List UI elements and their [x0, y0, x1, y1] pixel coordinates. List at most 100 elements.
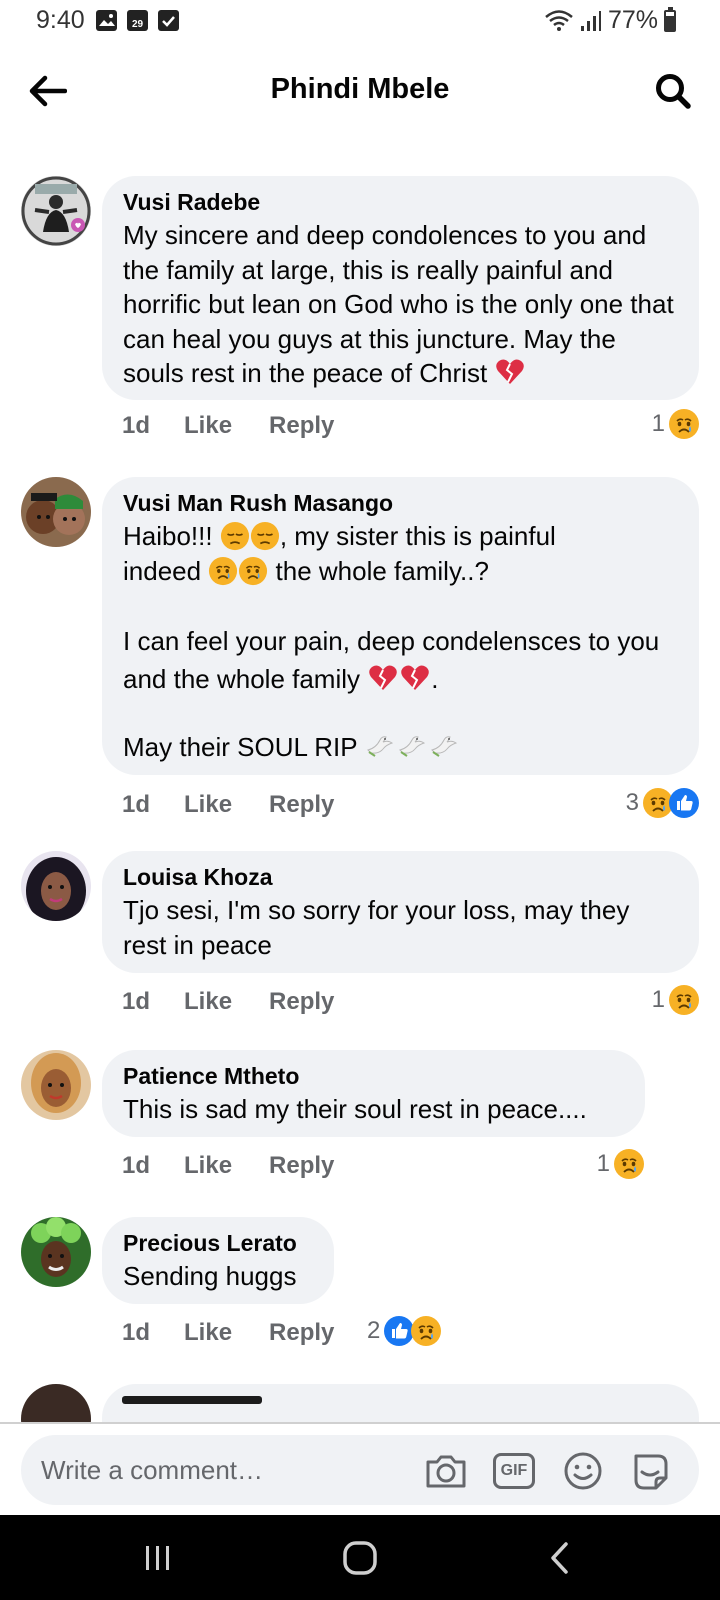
avatar[interactable]	[21, 851, 91, 921]
like-button[interactable]: Like	[184, 988, 232, 1016]
home-button[interactable]	[330, 1535, 390, 1581]
gif-label: GIF	[500, 1462, 528, 1479]
dove-icon	[364, 730, 396, 762]
reaction-summary[interactable]: 1	[652, 404, 700, 444]
camera-icon	[426, 1455, 466, 1488]
sticker-button[interactable]	[628, 1448, 674, 1494]
comment-item: Vusi Man Rush Masango Haibo!!! , my sist…	[0, 477, 720, 827]
comment-age[interactable]: 1d	[122, 988, 150, 1016]
disappointed-face-icon	[220, 521, 250, 551]
reaction-summary[interactable]: 2	[367, 1311, 442, 1351]
reaction-count: 1	[651, 410, 665, 437]
comment-text: Tjo sesi, I'm so sorry for your loss, ma…	[123, 895, 637, 960]
comment-actions: 1d Like Reply	[122, 406, 334, 446]
broken-heart-icon	[494, 356, 526, 388]
comment-age[interactable]: 1d	[122, 412, 150, 440]
comment-age[interactable]: 1d	[122, 1152, 150, 1180]
gif-button[interactable]: GIF	[491, 1448, 537, 1494]
reply-button[interactable]: Reply	[269, 988, 334, 1016]
reply-button[interactable]: Reply	[269, 1152, 334, 1180]
comment-box[interactable]: GIF	[21, 1435, 699, 1505]
reaction-summary[interactable]: 1	[597, 1144, 645, 1184]
notification-icons: 29	[96, 10, 179, 31]
broken-heart-icon	[367, 662, 399, 694]
calendar-day: 29	[131, 19, 144, 30]
sad-face-icon	[238, 556, 268, 586]
broken-heart-icon	[399, 662, 431, 694]
system-navigation-bar	[0, 1515, 720, 1600]
comment-bubble[interactable]: Vusi Man Rush Masango Haibo!!! , my sist…	[102, 477, 699, 775]
like-button[interactable]: Like	[184, 1152, 232, 1180]
wifi-icon	[545, 9, 573, 31]
gif-icon: GIF	[493, 1453, 535, 1489]
smiley-icon	[564, 1452, 602, 1490]
comment-bubble[interactable]: Patience Mtheto This is sad my their sou…	[102, 1050, 645, 1137]
gallery-icon	[96, 10, 117, 31]
emoji-button[interactable]	[560, 1448, 606, 1494]
sad-reaction-icon	[410, 1315, 442, 1347]
status-bar: 9:40 29 77%	[0, 0, 720, 46]
comment-actions: 1d Like Reply	[122, 1313, 334, 1353]
system-status: 77%	[544, 6, 676, 35]
nav-back-icon	[551, 1542, 568, 1574]
comment-composer: GIF	[0, 1424, 720, 1514]
sad-reaction-icon	[668, 408, 700, 440]
reaction-summary[interactable]: 3	[626, 783, 700, 823]
camera-button[interactable]	[423, 1448, 469, 1494]
like-reaction-icon	[668, 787, 700, 819]
comment-bubble[interactable]: Louisa Khoza Tjo sesi, I'm so sorry for …	[102, 851, 699, 973]
calendar-icon: 29	[127, 10, 148, 31]
disappointed-face-icon	[250, 521, 280, 551]
comment-actions: 1d Like Reply	[122, 1146, 334, 1186]
like-button[interactable]: Like	[184, 1319, 232, 1347]
comment-text: My sincere and deep condolences to you a…	[123, 220, 681, 388]
reply-button[interactable]: Reply	[269, 412, 334, 440]
reaction-count: 3	[625, 789, 639, 816]
search-button[interactable]	[648, 66, 698, 116]
nav-back-button[interactable]	[530, 1535, 590, 1581]
comments-feed[interactable]: Vusi Radebe My sincere and deep condolen…	[0, 130, 720, 1422]
header: Phindi Mbele	[0, 50, 720, 130]
comment-age[interactable]: 1d	[122, 1319, 150, 1347]
comment-bubble[interactable]: Precious Lerato Sending huggs	[102, 1217, 334, 1304]
status-time: 9:40	[36, 6, 85, 34]
dove-icon	[396, 730, 428, 762]
reply-button[interactable]: Reply	[269, 791, 334, 819]
checkbox-icon	[158, 10, 179, 31]
comment-item: Louisa Khoza Tjo sesi, I'm so sorry for …	[0, 851, 720, 1031]
comment-text: Haibo!!! , my sister this is painful	[123, 521, 556, 551]
next-comment-partial	[0, 1384, 720, 1422]
avatar[interactable]	[21, 1384, 91, 1422]
avatar[interactable]	[21, 176, 91, 246]
comment-bubble[interactable]: Vusi Radebe My sincere and deep condolen…	[102, 176, 699, 400]
comment-text: May their SOUL RIP	[123, 730, 677, 765]
reply-button[interactable]: Reply	[269, 1319, 334, 1347]
comment-item: Precious Lerato Sending huggs 1d Like Re…	[0, 1217, 720, 1367]
sticker-icon	[634, 1454, 668, 1490]
comment-author[interactable]: Patience Mtheto	[123, 1060, 623, 1092]
sad-reaction-icon	[668, 984, 700, 1016]
comment-author[interactable]: Vusi Man Rush Masango	[123, 487, 677, 519]
avatar[interactable]	[21, 1217, 91, 1287]
reaction-count: 2	[367, 1317, 381, 1344]
avatar[interactable]	[21, 1050, 91, 1120]
dove-icon	[428, 730, 460, 762]
like-button[interactable]: Like	[184, 791, 232, 819]
comment-author[interactable]: Precious Lerato	[123, 1227, 312, 1259]
avatar[interactable]	[21, 477, 91, 547]
comment-text: indeed the whole family..?	[123, 555, 489, 586]
comment-author[interactable]: Vusi Radebe	[123, 186, 677, 218]
reaction-count: 1	[651, 986, 665, 1013]
comment-actions: 1d Like Reply	[122, 785, 334, 825]
battery-percent: 77%	[607, 6, 658, 34]
comment-text: Sending huggs	[123, 1261, 297, 1291]
recent-apps-icon	[146, 1546, 169, 1570]
comment-age[interactable]: 1d	[122, 791, 150, 819]
comment-author[interactable]: Louisa Khoza	[123, 861, 677, 893]
sad-face-icon	[208, 556, 238, 586]
reaction-summary[interactable]: 1	[652, 980, 700, 1020]
comment-input[interactable]	[41, 1455, 411, 1486]
page-title: Phindi Mbele	[270, 73, 450, 105]
like-button[interactable]: Like	[184, 412, 232, 440]
recent-apps-button[interactable]	[128, 1535, 188, 1581]
